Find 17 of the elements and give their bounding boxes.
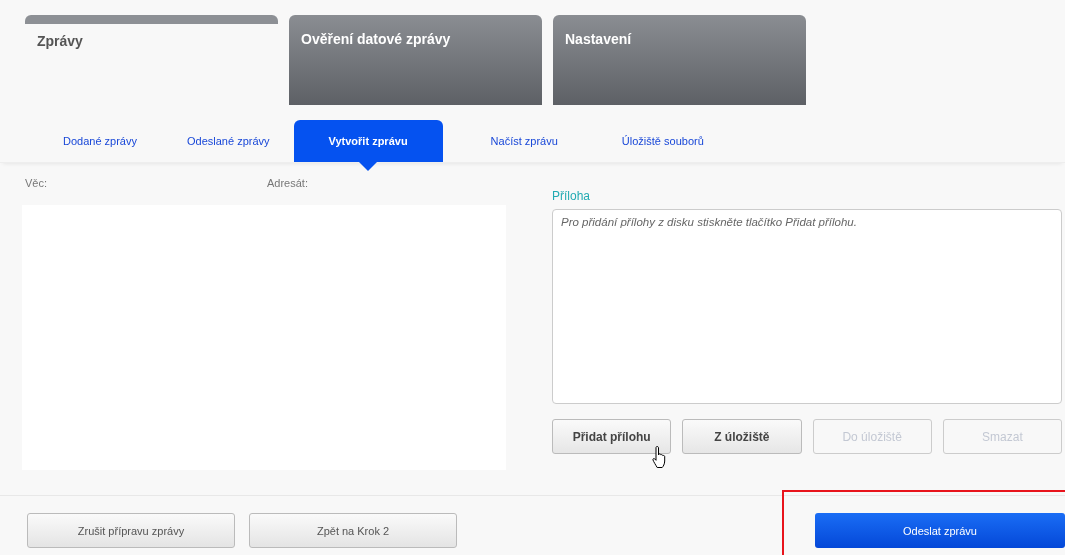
- main-tab[interactable]: Nastavení: [553, 15, 806, 105]
- recipient-label: Adresát:: [266, 177, 309, 189]
- attachment-button[interactable]: Z úložiště: [682, 419, 802, 454]
- attachment-label: Příloha: [552, 189, 592, 205]
- footer-button[interactable]: Zrušit přípravu zprávy: [27, 513, 235, 548]
- sub-tab[interactable]: Dodané zprávy: [25, 120, 163, 162]
- send-button[interactable]: Odeslat zprávu: [815, 513, 1065, 548]
- tab-pointer-icon: [359, 162, 378, 171]
- sub-tab[interactable]: Načíst zprávu: [452, 120, 584, 162]
- attachment-field[interactable]: Pro přidání přílohy z disku stiskněte tlačítko Přidat přílohu.: [552, 209, 1062, 404]
- footer-button[interactable]: Zpět na Krok 2: [249, 513, 457, 548]
- sub-tab[interactable]: Úložiště souborů: [583, 120, 730, 162]
- sub-tab[interactable]: Vytvořit zprávu: [293, 120, 443, 162]
- sub-tab[interactable]: Odeslané zprávy: [163, 120, 294, 162]
- attachment-button[interactable]: Přidat přílohu: [552, 419, 672, 454]
- main-tab[interactable]: Ověření datové zprávy: [289, 15, 542, 105]
- subject-label: Věc:: [24, 177, 48, 189]
